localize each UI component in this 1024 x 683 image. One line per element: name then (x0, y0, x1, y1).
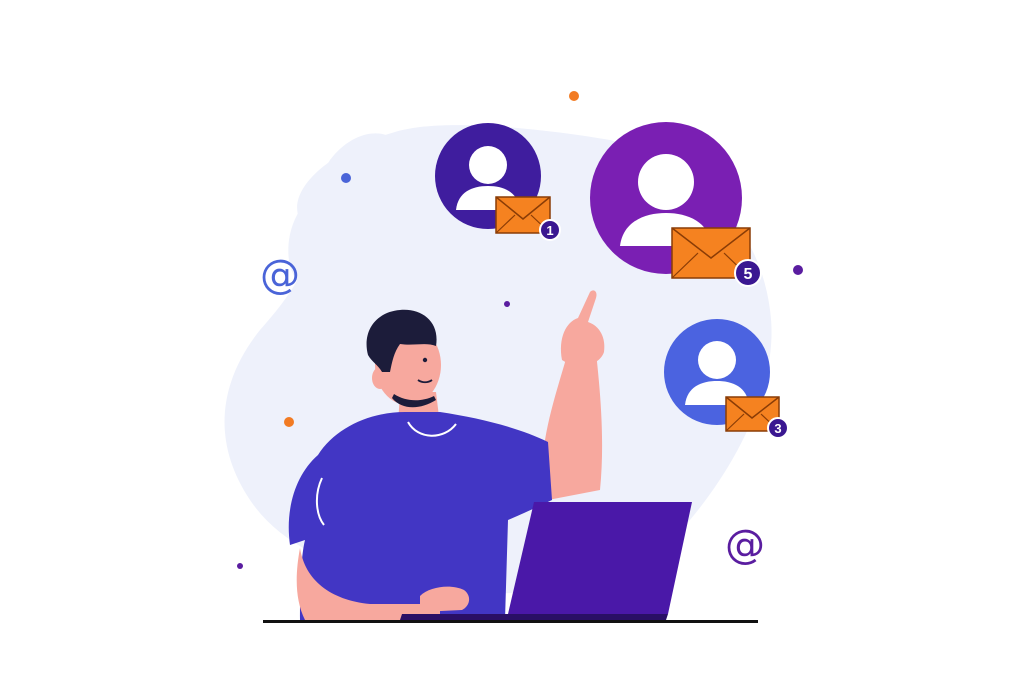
laptop-base (400, 614, 668, 620)
decor-dot (237, 563, 243, 569)
decor-dot (504, 301, 510, 307)
desk-line (263, 620, 758, 623)
email-contacts-illustration: @ @ 1 5 3 (224, 91, 803, 623)
decor-dot (284, 417, 294, 427)
notification-count: 3 (774, 421, 781, 436)
decor-dot (569, 91, 579, 101)
at-sign-icon: @ (260, 252, 300, 298)
notification-count: 5 (744, 266, 753, 283)
eye (422, 357, 428, 363)
laptop-screen (508, 502, 692, 614)
avatar-head (638, 154, 694, 210)
decor-dot (793, 265, 803, 275)
decor-dot (341, 173, 351, 183)
avatar-head (469, 146, 507, 184)
avatar-head (698, 341, 736, 379)
notification-count: 1 (546, 223, 553, 238)
at-sign-icon: @ (725, 522, 765, 568)
